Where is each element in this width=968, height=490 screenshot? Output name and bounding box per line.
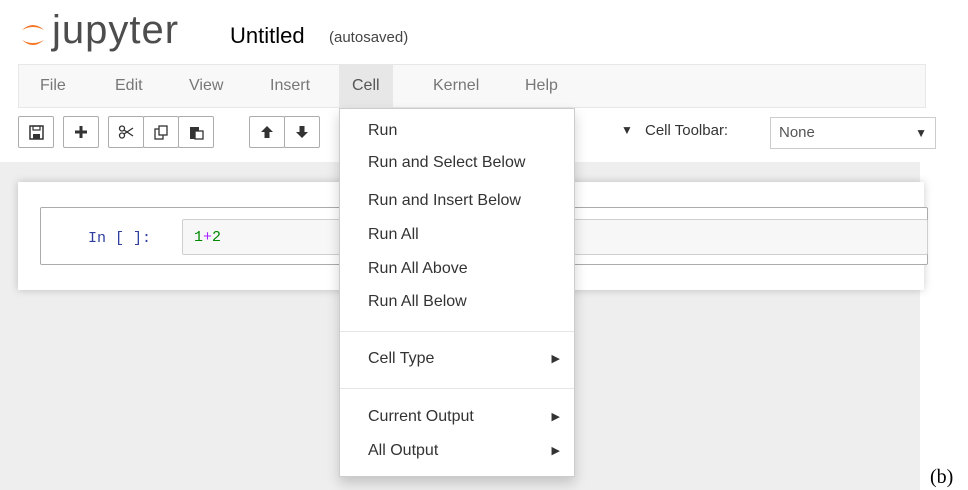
cut-button[interactable] [108,116,144,148]
cell-menu-dropdown: Run Run and Select Below Run and Insert … [339,108,575,477]
arrow-up-icon [261,126,273,138]
menu-item-label: Run All Below [368,293,467,310]
menu-item-cell-type[interactable]: Cell Type ▶ [340,343,574,375]
code-text[interactable]: 1+2 [194,229,221,246]
menu-edit[interactable]: Edit [102,65,156,107]
save-icon [28,124,44,140]
caret-right-icon: ▶ [551,353,560,365]
caret-right-icon: ▶ [551,445,560,457]
autosave-status: (autosaved) [329,29,409,46]
edit-button-group [108,116,214,148]
menu-item-run-and-select-below[interactable]: Run and Select Below [340,147,574,179]
menu-item-label: Run All [368,226,419,243]
menu-divider [340,331,574,332]
plus-icon [75,126,87,138]
menu-item-run-and-insert-below[interactable]: Run and Insert Below [340,185,574,217]
menu-file[interactable]: File [27,65,79,107]
move-down-button[interactable] [284,116,320,148]
menu-kernel[interactable]: Kernel [420,65,492,107]
figure-label: (b) [930,466,954,488]
notebook-title[interactable]: Untitled [230,23,305,49]
move-button-group [249,116,320,148]
arrow-down-icon [296,126,308,138]
jupyter-logo-icon [22,25,44,45]
menu-item-label: Run All Above [368,260,468,277]
scissors-icon [118,125,134,139]
menu-item-label: Run and Select Below [368,154,526,171]
menu-cell[interactable]: Cell [339,65,393,107]
paste-button[interactable] [178,116,214,148]
menu-help[interactable]: Help [512,65,571,107]
jupyter-logo-text[interactable]: jupyter [52,8,179,53]
copy-icon [153,124,168,140]
input-prompt: In [ ]: [88,230,152,247]
menu-item-label: Run and Insert Below [368,192,521,209]
paste-icon [189,126,204,140]
insert-cell-button[interactable] [63,116,99,148]
menu-item-run[interactable]: Run [340,115,574,147]
menu-item-all-output[interactable]: All Output ▶ [340,435,574,467]
menu-item-run-all[interactable]: Run All [340,219,574,251]
code-number: 1 [194,229,204,246]
menubar: File Edit View Insert Cell Kernel Help [18,64,926,108]
move-up-button[interactable] [249,116,285,148]
menu-view[interactable]: View [176,65,236,107]
menu-item-label: All Output [368,442,439,459]
menu-divider [340,388,574,389]
cell-toolbar-select[interactable]: None ▼ [770,117,936,149]
menu-item-label: Cell Type [368,350,435,367]
code-operator: + [203,229,213,246]
menu-item-label: Current Output [368,408,474,425]
menu-item-current-output[interactable]: Current Output ▶ [340,401,574,433]
menu-item-label: Run [368,122,398,139]
menu-insert[interactable]: Insert [257,65,323,107]
caret-right-icon: ▶ [551,411,560,423]
cell-toolbar-value: None [779,124,815,141]
save-button[interactable] [18,116,54,148]
menu-item-run-all-above[interactable]: Run All Above [340,253,574,285]
code-number: 2 [212,229,222,246]
cell-toolbar-label: Cell Toolbar: [645,122,729,139]
chevron-down-icon: ▼ [915,126,927,140]
menu-item-run-all-below[interactable]: Run All Below [340,286,574,318]
cell-type-caret-icon[interactable]: ▼ [621,123,633,137]
notebook-header: jupyter Untitled (autosaved) [0,0,968,62]
copy-button[interactable] [143,116,179,148]
